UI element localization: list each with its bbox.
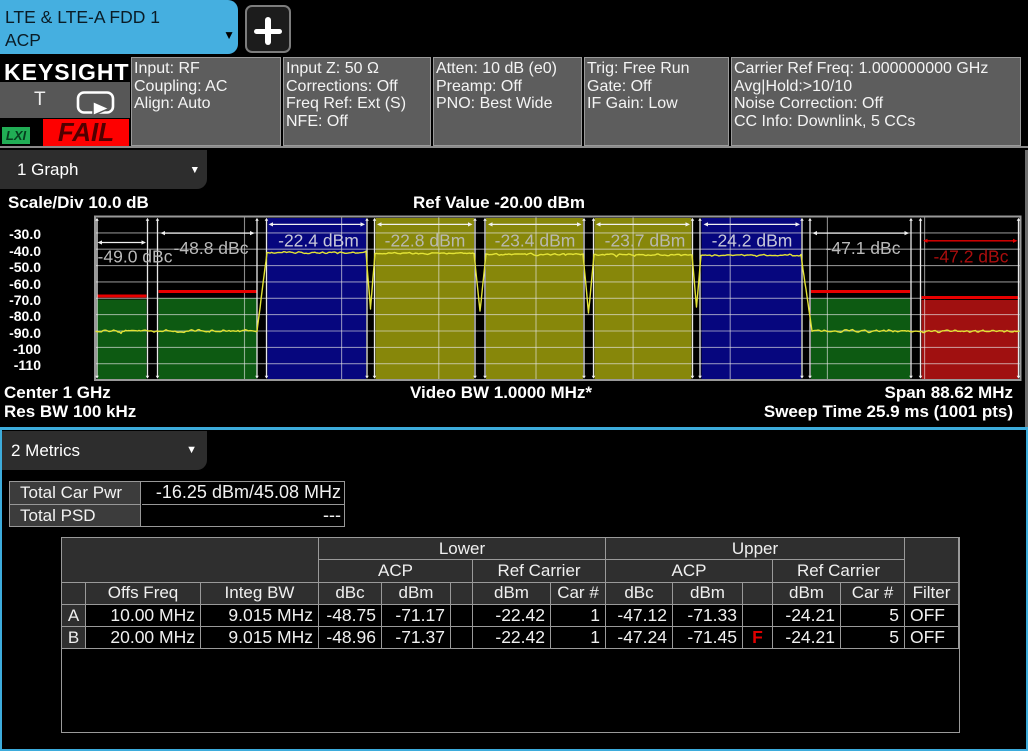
svg-text:-23.7 dBm: -23.7 dBm [605,231,686,251]
svg-text:-22.4 dBm: -22.4 dBm [278,231,359,251]
svg-text:-23.4 dBm: -23.4 dBm [495,231,576,251]
svg-text:-47.2 dBc: -47.2 dBc [934,247,1009,267]
svg-text:-47.1 dBc: -47.1 dBc [826,238,901,258]
svg-text:-22.8 dBm: -22.8 dBm [385,231,466,251]
svg-text:-49.0 dBc: -49.0 dBc [98,247,173,267]
svg-text:-48.8 dBc: -48.8 dBc [174,238,249,258]
svg-text:-24.2 dBm: -24.2 dBm [712,231,793,251]
